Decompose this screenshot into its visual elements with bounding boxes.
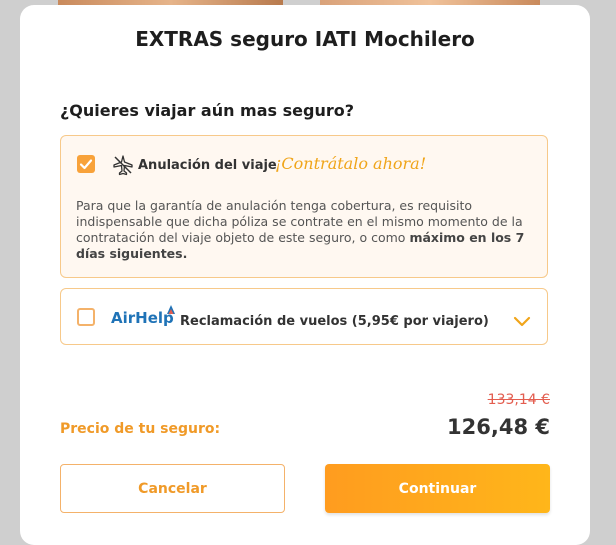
question-heading: ¿Quieres viajar aún mas seguro? [60, 101, 354, 120]
airhelp-logo-mark [167, 305, 175, 314]
cancel-button[interactable]: Cancelar [60, 464, 285, 513]
cancellation-description: Para que la garantía de anulación tenga … [76, 198, 536, 262]
cancellation-checkbox[interactable] [77, 155, 95, 173]
modal-title: EXTRAS seguro IATI Mochilero [135, 27, 475, 51]
chevron-down-icon[interactable] [513, 315, 531, 327]
option-airhelp-claims[interactable]: AirHelp Reclamación de vuelos (5,95€ por… [60, 288, 548, 345]
airhelp-label: Reclamación de vuelos (5,95€ por viajero… [180, 314, 489, 329]
airhelp-checkbox[interactable] [77, 308, 95, 326]
original-price: 133,14 € [487, 392, 550, 408]
option-trip-cancellation[interactable]: Anulación del viaje ¡Contrátalo ahora! P… [60, 135, 548, 278]
plane-cancel-icon [113, 155, 133, 176]
contract-now-cta: ¡Contrátalo ahora! [275, 154, 427, 173]
insurance-extras-modal: EXTRAS seguro IATI Mochilero ¿Quieres vi… [20, 5, 590, 545]
cancellation-label: Anulación del viaje [138, 158, 277, 173]
price-label: Precio de tu seguro: [60, 421, 221, 437]
continue-button[interactable]: Continuar [325, 464, 550, 513]
checkmark-icon [79, 159, 93, 170]
insurance-price: 126,48 € [447, 415, 550, 439]
